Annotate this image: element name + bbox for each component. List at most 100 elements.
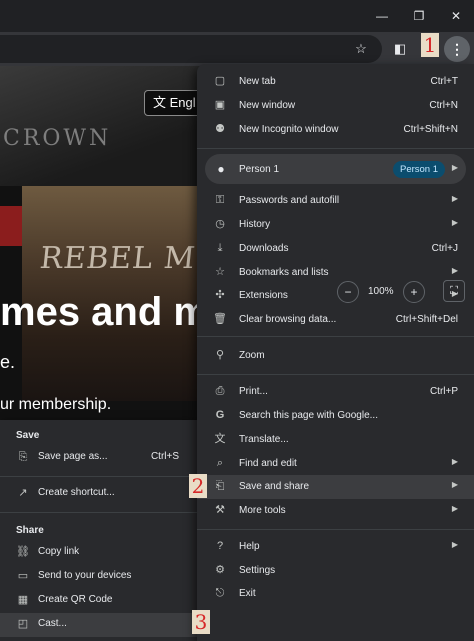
chevron-right-icon: ▶ (451, 504, 458, 513)
clear-data-label: Clear browsing data... (239, 314, 337, 325)
hero-subtitle: e. (0, 352, 16, 372)
downloads-label: Downloads (239, 243, 289, 254)
menu-item-find-edit[interactable]: ⌕ Find and edit ▶ (197, 452, 474, 476)
new-tab-label: New tab (239, 76, 276, 87)
menu-item-more-tools[interactable]: ⚒ More tools ▶ (197, 499, 474, 523)
save-page-item[interactable]: ⎘ Save page as... Ctrl+S (0, 446, 197, 470)
bookmarks-label: Bookmarks and lists (239, 267, 329, 278)
menu-item-settings[interactable]: ⚙ Settings (197, 559, 474, 583)
cast-item[interactable]: ◰ Cast... (0, 613, 197, 637)
menu-item-zoom: ⚲ Zoom (197, 344, 474, 368)
history-label: History (239, 219, 271, 230)
side-panel-icon[interactable]: ◧ (390, 39, 410, 59)
translate-label: Translate... (239, 434, 289, 445)
divider (197, 336, 474, 337)
menu-item-search-google[interactable]: G Search this page with Google... (197, 404, 474, 428)
qr-code-item[interactable]: ▦ Create QR Code (0, 589, 197, 613)
divider (0, 476, 197, 477)
language-label: Engl (169, 95, 196, 110)
copy-link-label: Copy link (38, 546, 80, 557)
devices-icon: ▭ (17, 570, 29, 582)
cast-icon: ◰ (17, 618, 29, 630)
save-page-icon: ⎘ (18, 451, 28, 463)
menu-item-print[interactable]: ⎙ Print... Ctrl+P (197, 380, 474, 404)
zoom-out-button[interactable]: − (337, 281, 359, 303)
menu-item-passwords[interactable]: ⚿ Passwords and autofill ▶ (197, 189, 474, 213)
new-incognito-label: New Incognito window (239, 124, 339, 135)
zoom-icon: ⚲ (215, 349, 225, 361)
address-bar[interactable] (0, 35, 382, 63)
menu-item-bookmarks[interactable]: ☆ Bookmarks and lists ▶ (197, 261, 474, 285)
chevron-right-icon: ▶ (451, 266, 458, 275)
menu-item-save-share[interactable]: ⎗ Save and share ▶ (197, 475, 474, 499)
bookmark-star-icon[interactable]: ☆ (351, 39, 371, 59)
qr-code-icon: ▦ (17, 594, 29, 606)
star-icon: ☆ (215, 266, 225, 278)
translate-icon: 文 (153, 95, 170, 110)
copy-link-item[interactable]: ⛓ Copy link (0, 541, 197, 565)
new-window-shortcut: Ctrl+N (429, 100, 458, 111)
menu-item-history[interactable]: ◷ History ▶ (197, 213, 474, 237)
menu-item-help[interactable]: ? Help ▶ (197, 535, 474, 559)
close-icon[interactable]: ✕ (446, 6, 466, 26)
step-marker-3: 3 (192, 610, 210, 634)
more-tools-label: More tools (239, 505, 286, 516)
print-icon: ⎙ (215, 385, 225, 397)
new-incognito-shortcut: Ctrl+Shift+N (403, 124, 458, 135)
menu-item-downloads[interactable]: ⤓ Downloads Ctrl+J (197, 237, 474, 261)
chevron-right-icon: ▶ (451, 540, 458, 549)
passwords-label: Passwords and autofill (239, 195, 340, 206)
menu-item-profile[interactable]: ● Person 1 Person 1 ▶ (205, 154, 466, 184)
browser-toolbar: ☆ ◧ ⋮ (0, 32, 474, 66)
chevron-right-icon: ▶ (451, 218, 458, 227)
menu-item-exit[interactable]: ⎋ Exit (197, 582, 474, 606)
new-window-label: New window (239, 100, 296, 111)
history-icon: ◷ (215, 218, 225, 230)
search-google-label: Search this page with Google... (239, 410, 378, 421)
find-edit-label: Find and edit (239, 458, 297, 469)
save-share-label: Save and share (239, 481, 310, 492)
link-icon: ⛓ (16, 546, 30, 558)
key-icon: ⚿ (215, 194, 225, 206)
create-shortcut-item[interactable]: ↗ Create shortcut... (0, 482, 197, 506)
zoom-in-button[interactable]: + (403, 281, 425, 303)
save-page-shortcut: Ctrl+S (150, 451, 179, 462)
menu-item-new-tab[interactable]: ▢ New tab Ctrl+T (197, 70, 474, 94)
poster-crown-title: CROWN (3, 126, 112, 151)
chrome-main-menu-lower: ⎙ Print... Ctrl+P G Search this page wit… (197, 374, 474, 641)
zoom-value: 100% (368, 286, 394, 297)
chevron-right-icon: ▶ (451, 194, 458, 203)
person-icon: ● (217, 162, 225, 176)
divider (0, 512, 197, 513)
menu-item-extensions[interactable]: ✣ Extensions ▶ (197, 284, 474, 308)
menu-item-clear-data[interactable]: 🗑 Clear browsing data... Ctrl+Shift+Del (197, 308, 474, 332)
send-devices-item[interactable]: ▭ Send to your devices (0, 565, 197, 589)
menu-item-translate[interactable]: 文 Translate... (197, 428, 474, 452)
find-icon: ⌕ (216, 457, 224, 469)
divider (197, 529, 474, 530)
send-devices-label: Send to your devices (38, 570, 132, 581)
menu-item-new-incognito[interactable]: ⚉ New Incognito window Ctrl+Shift+N (197, 118, 474, 142)
step-marker-2: 2 (189, 474, 207, 498)
chevron-right-icon: ▶ (451, 480, 458, 489)
puzzle-icon: ✣ (215, 289, 225, 301)
save-page-label: Save page as... (38, 451, 108, 462)
exit-icon: ⎋ (215, 587, 225, 599)
downloads-shortcut: Ctrl+J (431, 243, 458, 254)
help-icon: ? (216, 540, 224, 552)
menu-item-new-window[interactable]: ▣ New window Ctrl+N (197, 94, 474, 118)
new-window-icon: ▣ (214, 99, 226, 111)
print-label: Print... (239, 386, 268, 397)
incognito-icon: ⚉ (215, 123, 225, 135)
menu-kebab-icon[interactable]: ⋮ (444, 36, 470, 62)
maximize-icon[interactable]: ❐ (409, 6, 429, 26)
fullscreen-icon[interactable]: ⛶ (443, 280, 465, 302)
netflix-logo-fragment (0, 206, 22, 246)
cast-label: Cast... (38, 618, 67, 629)
clear-data-shortcut: Ctrl+Shift+Del (395, 314, 458, 325)
minimize-icon[interactable]: — (372, 6, 392, 26)
new-tab-shortcut: Ctrl+T (430, 76, 459, 87)
shortcut-icon: ↗ (18, 487, 28, 499)
create-shortcut-label: Create shortcut... (38, 487, 115, 498)
chevron-right-icon: ▶ (451, 163, 458, 172)
